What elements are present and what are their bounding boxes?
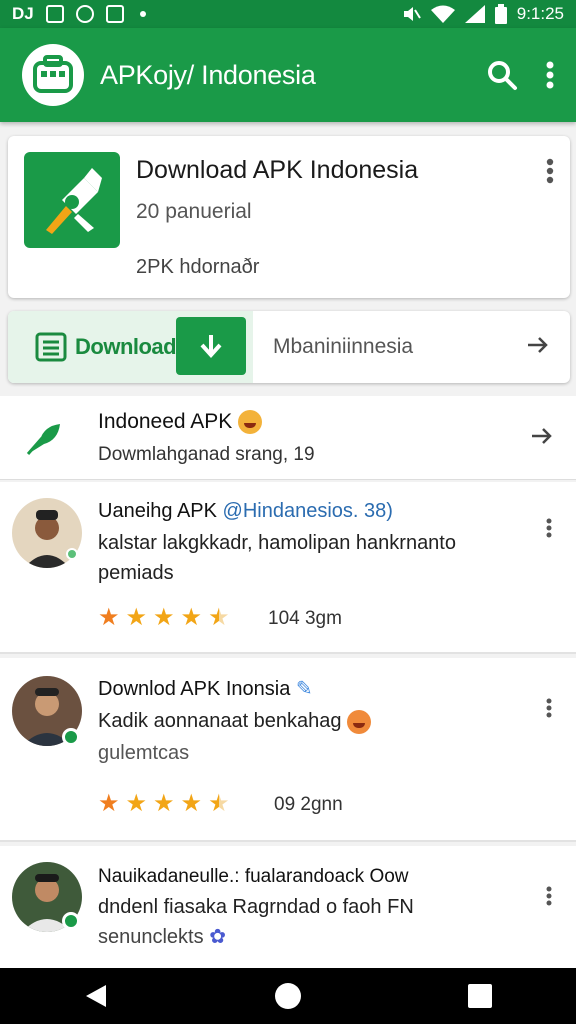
review-text-body: Kadik aonnanaat benkahag (98, 710, 342, 732)
feature-subtitle: Dowmlahganad srang, 19 (98, 444, 315, 465)
download-bar[interactable]: Download Mbaniniinnesia (8, 311, 570, 383)
star-icon: ★ (125, 604, 148, 631)
review-author: Nauikadaneulle.: fualarandoack Oow (98, 866, 409, 887)
star-half-icon: ★ (208, 790, 230, 817)
app-meta: 2PK hdornaðr (136, 256, 260, 278)
download-label: Download (75, 334, 177, 359)
mute-icon (403, 7, 421, 21)
emoji-icon (347, 709, 372, 734)
more-vert-icon[interactable] (546, 698, 552, 718)
download-button[interactable] (176, 317, 246, 375)
app-bar: APKojy/ Indonesia (0, 28, 576, 122)
home-icon (275, 983, 301, 1009)
review-item[interactable]: Downlod APK Inonsia ✎ Kadik aonnanaat be… (0, 658, 576, 842)
status-time: 9:1:25 (516, 4, 564, 23)
recents-button[interactable] (460, 976, 500, 1016)
sync-icon (75, 5, 94, 23)
status-right: 9:1:25 (401, 4, 564, 24)
review-text-body: dndenl fiasaka Ragrndad o faoh FN (98, 896, 414, 918)
leaf-icon (26, 424, 60, 455)
app-title-text: Download APK Indonesia (136, 156, 419, 184)
feature-title: Indoneed APK (98, 410, 263, 435)
star-icon: ★ (125, 790, 148, 817)
online-status-icon (62, 728, 80, 746)
status-left: DJ (12, 4, 146, 24)
review-extra: gulemtcas (98, 742, 190, 764)
home-button[interactable] (268, 976, 308, 1016)
recents-icon (468, 984, 492, 1008)
list-icon (35, 332, 67, 362)
review-text: dndenl fiasaka Ragrndad o faoh FN (98, 892, 538, 922)
review-text: Kadik aonnanaat benkahag (98, 706, 518, 736)
verified-icon: ✎ (295, 678, 313, 700)
review-author: Downlod APK Inonsia ✎ (98, 676, 313, 701)
download-destination: Mbaniniinnesia (273, 335, 414, 358)
star-half-icon: ★ (208, 604, 230, 631)
star-icon: ★ (153, 604, 175, 631)
star-icon: ★ (98, 790, 120, 817)
review-meta: 104 3gm (268, 608, 342, 629)
review-text: kalstar lakgkkadr, hamolipan hankrnanto … (98, 532, 456, 584)
online-status-icon (66, 548, 78, 560)
emoji-icon: ✿ (209, 926, 226, 948)
more-vert-icon[interactable] (546, 518, 552, 538)
app-icon-large (24, 152, 120, 248)
back-icon (86, 985, 106, 1007)
back-button[interactable] (76, 976, 116, 1016)
review-meta: 09 2gnn (274, 794, 343, 815)
rating-stars: ★ ★ ★ ★ ★ (98, 792, 230, 816)
review-author-name: Uaneihg APK (98, 500, 217, 522)
more-vert-icon[interactable] (546, 886, 552, 906)
star-icon: ★ (180, 790, 203, 817)
battery-icon (494, 4, 507, 24)
status-bar: DJ 9:1:25 (0, 0, 576, 28)
tool-icon (46, 168, 102, 234)
star-icon: ★ (98, 604, 120, 631)
star-icon: ★ (153, 790, 175, 817)
review-author-name: Downlod APK Inonsia (98, 678, 291, 700)
arrow-right-icon[interactable] (526, 333, 550, 357)
wifi-icon (430, 5, 455, 23)
app-actions (486, 59, 554, 91)
review-extra: senunclekts ✿ (98, 922, 518, 952)
review-item[interactable]: Uaneihg APK @Hindanesios. 38) kalstar la… (0, 482, 576, 654)
app-subtitle: 20 panuerial (136, 200, 252, 223)
online-status-icon (62, 912, 80, 930)
app-logo[interactable] (22, 44, 84, 106)
feature-title-text: Indoneed APK (98, 410, 233, 433)
status-left-text: DJ (12, 4, 34, 23)
review-author: Uaneihg APK @Hindanesios. 38) (98, 500, 393, 523)
rating-stars: ★ ★ ★ ★ ★ (98, 606, 230, 630)
signal-icon (464, 5, 485, 23)
more-vert-icon[interactable] (546, 61, 554, 89)
arrow-right-icon[interactable] (530, 424, 554, 448)
image-icon (45, 5, 64, 23)
app-info-card[interactable]: Download APK Indonesia 20 panuerial 2PK … (8, 136, 570, 298)
feature-row[interactable]: Indoneed APK Dowmlahganad srang, 19 (0, 396, 576, 480)
emoji-icon (238, 410, 263, 435)
system-nav-bar (0, 968, 576, 1024)
briefcase-icon (33, 55, 73, 93)
review-extra-text: senunclekts (98, 926, 204, 948)
download-arrow-icon (200, 335, 222, 358)
app-icon (105, 5, 124, 23)
more-vert-icon[interactable] (546, 158, 554, 184)
review-handle[interactable]: @Hindanesios. 38) (223, 500, 393, 522)
app-title: APKojy/ Indonesia (100, 59, 316, 90)
review-item[interactable]: Nauikadaneulle.: fualarandoack Oow dnden… (0, 846, 576, 970)
notification-dot-icon (139, 11, 146, 17)
star-icon: ★ (180, 604, 203, 631)
search-icon[interactable] (486, 59, 518, 91)
